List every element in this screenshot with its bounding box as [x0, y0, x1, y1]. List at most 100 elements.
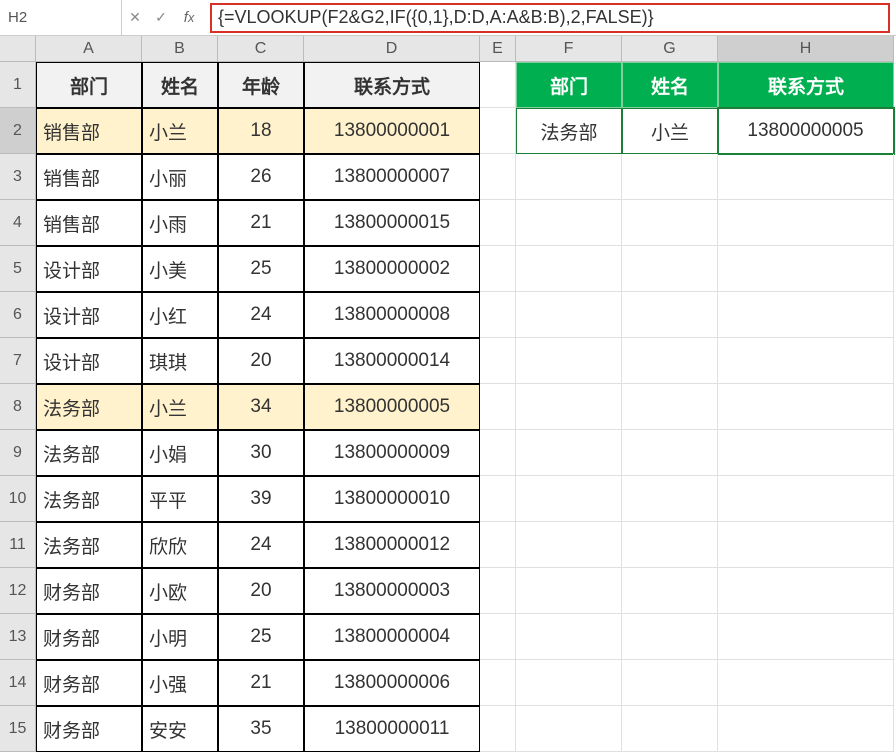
cell-dept[interactable]: 法务部 [36, 476, 142, 522]
cell-F15[interactable] [516, 706, 622, 752]
cell-name[interactable]: 欣欣 [142, 522, 218, 568]
column-header-B[interactable]: B [142, 36, 218, 62]
cell-name[interactable]: 平平 [142, 476, 218, 522]
row-header-4[interactable]: 4 [0, 200, 36, 246]
cell-contact[interactable]: 13800000014 [304, 338, 480, 384]
cell-dept[interactable]: 设计部 [36, 246, 142, 292]
cell-G4[interactable] [622, 200, 718, 246]
cell-G15[interactable] [622, 706, 718, 752]
cell-age[interactable]: 25 [218, 246, 304, 292]
cell-dept[interactable]: 设计部 [36, 338, 142, 384]
cell-E8[interactable] [480, 384, 516, 430]
row-header-14[interactable]: 14 [0, 660, 36, 706]
name-box[interactable]: H2 [0, 0, 122, 35]
cell-G14[interactable] [622, 660, 718, 706]
cell-contact[interactable]: 13800000008 [304, 292, 480, 338]
lookup-dept[interactable]: 法务部 [516, 108, 622, 154]
cell-name[interactable]: 小红 [142, 292, 218, 338]
cell-contact[interactable]: 13800000003 [304, 568, 480, 614]
cell-E6[interactable] [480, 292, 516, 338]
cell-F9[interactable] [516, 430, 622, 476]
cell-contact[interactable]: 13800000015 [304, 200, 480, 246]
cell-E14[interactable] [480, 660, 516, 706]
cell-E7[interactable] [480, 338, 516, 384]
column-header-H[interactable]: H [718, 36, 894, 62]
cell-name[interactable]: 小明 [142, 614, 218, 660]
row-header-1[interactable]: 1 [0, 62, 36, 108]
cell-H3[interactable] [718, 154, 894, 200]
row-header-12[interactable]: 12 [0, 568, 36, 614]
cell-H9[interactable] [718, 430, 894, 476]
cell-name[interactable]: 琪琪 [142, 338, 218, 384]
column-header-E[interactable]: E [480, 36, 516, 62]
cell-dept[interactable]: 财务部 [36, 568, 142, 614]
cell-E12[interactable] [480, 568, 516, 614]
cell-dept[interactable]: 法务部 [36, 430, 142, 476]
cell-E13[interactable] [480, 614, 516, 660]
row-header-7[interactable]: 7 [0, 338, 36, 384]
cell-contact[interactable]: 13800000002 [304, 246, 480, 292]
cell-E10[interactable] [480, 476, 516, 522]
cell-age[interactable]: 24 [218, 292, 304, 338]
column-header-F[interactable]: F [516, 36, 622, 62]
cell-H13[interactable] [718, 614, 894, 660]
cell-G3[interactable] [622, 154, 718, 200]
cell-age[interactable]: 21 [218, 660, 304, 706]
row-header-8[interactable]: 8 [0, 384, 36, 430]
cell-F7[interactable] [516, 338, 622, 384]
column-header-G[interactable]: G [622, 36, 718, 62]
cell-age[interactable]: 21 [218, 200, 304, 246]
cell-contact[interactable]: 13800000005 [304, 384, 480, 430]
cell-F8[interactable] [516, 384, 622, 430]
cell-E11[interactable] [480, 522, 516, 568]
cell-contact[interactable]: 13800000010 [304, 476, 480, 522]
cell-G9[interactable] [622, 430, 718, 476]
row-header-5[interactable]: 5 [0, 246, 36, 292]
cell-name[interactable]: 安安 [142, 706, 218, 752]
cell-name[interactable]: 小欧 [142, 568, 218, 614]
cell-F10[interactable] [516, 476, 622, 522]
cell-E1[interactable] [480, 62, 516, 108]
row-header-9[interactable]: 9 [0, 430, 36, 476]
cell-age[interactable]: 39 [218, 476, 304, 522]
cell-age[interactable]: 20 [218, 338, 304, 384]
fx-icon[interactable]: fx [174, 0, 204, 35]
row-header-6[interactable]: 6 [0, 292, 36, 338]
cell-age[interactable]: 20 [218, 568, 304, 614]
cell-E2[interactable] [480, 108, 516, 154]
cell-F4[interactable] [516, 200, 622, 246]
cell-E5[interactable] [480, 246, 516, 292]
select-all-corner[interactable] [0, 36, 36, 62]
cell-E3[interactable] [480, 154, 516, 200]
column-header-A[interactable]: A [36, 36, 142, 62]
lookup-name[interactable]: 小兰 [622, 108, 718, 154]
cell-dept[interactable]: 销售部 [36, 108, 142, 154]
cell-G12[interactable] [622, 568, 718, 614]
cell-H10[interactable] [718, 476, 894, 522]
cell-age[interactable]: 35 [218, 706, 304, 752]
row-header-13[interactable]: 13 [0, 614, 36, 660]
cell-age[interactable]: 30 [218, 430, 304, 476]
cell-name[interactable]: 小兰 [142, 108, 218, 154]
row-header-2[interactable]: 2 [0, 108, 36, 154]
cell-E4[interactable] [480, 200, 516, 246]
cell-H6[interactable] [718, 292, 894, 338]
cell-name[interactable]: 小强 [142, 660, 218, 706]
cell-contact[interactable]: 13800000011 [304, 706, 480, 752]
cell-E9[interactable] [480, 430, 516, 476]
cell-F12[interactable] [516, 568, 622, 614]
cell-H4[interactable] [718, 200, 894, 246]
cell-H14[interactable] [718, 660, 894, 706]
cell-contact[interactable]: 13800000004 [304, 614, 480, 660]
cell-G7[interactable] [622, 338, 718, 384]
cell-E15[interactable] [480, 706, 516, 752]
cell-G8[interactable] [622, 384, 718, 430]
row-header-10[interactable]: 10 [0, 476, 36, 522]
cell-H7[interactable] [718, 338, 894, 384]
row-header-15[interactable]: 15 [0, 706, 36, 752]
cell-contact[interactable]: 13800000012 [304, 522, 480, 568]
cell-F5[interactable] [516, 246, 622, 292]
cell-F6[interactable] [516, 292, 622, 338]
cell-age[interactable]: 18 [218, 108, 304, 154]
cell-contact[interactable]: 13800000006 [304, 660, 480, 706]
